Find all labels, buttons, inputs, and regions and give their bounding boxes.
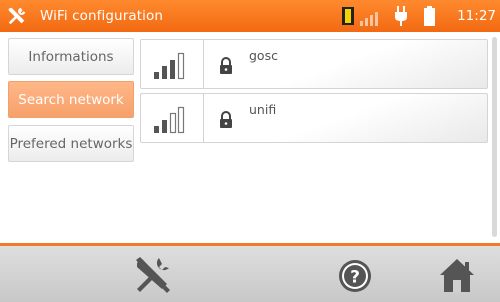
sidebar-item-label: Prefered networks <box>9 135 133 152</box>
wifi-signal-icon <box>360 12 378 26</box>
battery-icon <box>424 6 435 26</box>
clock: 11:27 <box>457 8 496 24</box>
signal-cell <box>141 94 204 142</box>
scrollbar[interactable] <box>492 37 497 237</box>
window-title: WiFi configuration <box>40 8 163 24</box>
power-plug-icon <box>395 6 407 26</box>
tools-icon[interactable] <box>133 255 173 295</box>
network-ssid: unifi <box>249 102 277 117</box>
title-bar: WiFi configuration 11:27 <box>0 0 500 32</box>
network-row-unifi[interactable]: unifi <box>140 93 488 143</box>
network-row-gosc[interactable]: gosc <box>140 39 488 89</box>
network-ssid: gosc <box>249 48 278 63</box>
bottom-toolbar: ? <box>0 246 500 302</box>
signal-strength-icon <box>154 106 185 134</box>
signal-cell <box>141 40 204 88</box>
sidebar-item-label: Informations <box>28 48 114 65</box>
lock-icon <box>220 111 232 128</box>
signal-strength-icon <box>154 52 185 80</box>
tools-icon <box>8 7 26 25</box>
sidebar-item-search-network[interactable]: Search network <box>8 81 134 118</box>
sidebar-item-label: Search network <box>18 91 124 108</box>
home-icon[interactable] <box>438 256 476 294</box>
memory-card-icon <box>342 7 354 25</box>
lock-icon <box>220 57 232 74</box>
sidebar-item-informations[interactable]: Informations <box>8 38 134 75</box>
svg-text:?: ? <box>350 268 360 288</box>
sidebar-item-prefered-networks[interactable]: Prefered networks <box>8 125 134 162</box>
help-icon[interactable]: ? <box>337 258 373 294</box>
